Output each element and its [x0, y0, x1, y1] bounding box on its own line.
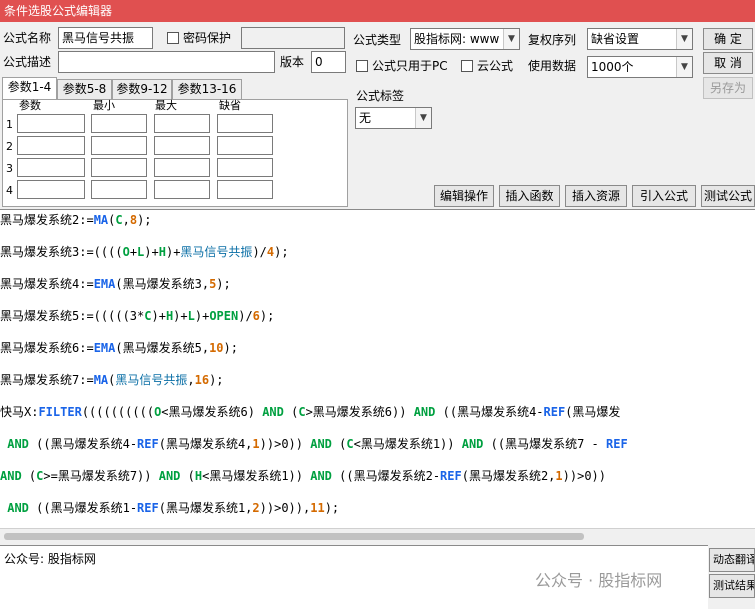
code-line[interactable]: 快马X:FILTER((((((((((O<黑马爆发系统6) AND (C>黑马… — [0, 403, 620, 421]
param-header-default: 缺省 — [219, 99, 241, 112]
code-line[interactable]: AND ((黑马爆发系统1-REF(黑马爆发系统1,2))>0)),11); — [0, 499, 339, 517]
chevron-down-icon: ▼ — [503, 29, 519, 49]
rights-label: 复权序列 — [528, 33, 577, 47]
ok-button[interactable]: 确 定 — [703, 28, 753, 50]
tab-params-9-12[interactable]: 参数9-12 — [112, 79, 172, 99]
param-min-input[interactable] — [91, 158, 147, 177]
code-line[interactable]: 黑马爆发系统7:=MA(黑马信号共振,16); — [0, 371, 224, 389]
param-row-number: 1 — [6, 118, 13, 131]
formula-name-input[interactable]: 黑马信号共振 — [58, 27, 153, 49]
chevron-down-icon: ▼ — [676, 29, 692, 49]
param-header-max: 最大 — [155, 99, 177, 112]
version-label: 版本 — [280, 55, 305, 69]
rights-value: 缺省设置 — [591, 32, 640, 46]
type-value: 股指标网: www — [414, 32, 500, 46]
tag-value: 无 — [359, 111, 372, 125]
version-input[interactable]: 0 — [311, 51, 346, 73]
rights-select[interactable]: 缺省设置 ▼ — [587, 28, 693, 50]
data-value: 1000个 — [591, 60, 634, 74]
param-max-input[interactable] — [154, 114, 210, 133]
param-min-input[interactable] — [91, 136, 147, 155]
formula-type-select[interactable]: 股指标网: www ▼ — [410, 28, 520, 50]
cancel-button[interactable]: 取 消 — [703, 52, 753, 74]
param-row-number: 3 — [6, 162, 13, 175]
param-name-input[interactable] — [17, 158, 85, 177]
window-title: 条件选股公式编辑器 — [0, 0, 755, 22]
password-label: 密码保护 — [183, 31, 232, 45]
password-input[interactable] — [241, 27, 345, 49]
status-text: 公众号: 股指标网 — [4, 552, 96, 566]
chevron-down-icon: ▼ — [676, 57, 692, 77]
param-default-input[interactable] — [217, 180, 273, 199]
tag-select[interactable]: 无 ▼ — [355, 107, 432, 129]
scrollbar-thumb[interactable] — [4, 533, 584, 540]
params-panel: 参数 最小 最大 缺省 1 2 3 4 — [2, 99, 348, 207]
type-label: 公式类型 — [353, 33, 402, 47]
param-max-input[interactable] — [154, 136, 210, 155]
param-header-min: 最小 — [93, 99, 115, 112]
code-line[interactable]: 黑马爆发系统2:=MA(C,8); — [0, 211, 152, 229]
description-input[interactable] — [58, 51, 275, 73]
checkbox-box — [356, 60, 368, 72]
param-name-input[interactable] — [17, 114, 85, 133]
tab-params-1-4[interactable]: 参数1-4 — [2, 77, 57, 100]
cloud-checkbox[interactable]: 云公式 — [461, 58, 513, 74]
param-header-name: 参数 — [19, 99, 41, 112]
tab-params-5-8[interactable]: 参数5-8 — [57, 79, 112, 99]
code-line[interactable]: 黑马爆发系统4:=EMA(黑马爆发系统3,5); — [0, 275, 231, 293]
desc-label: 公式描述 — [3, 55, 52, 69]
param-default-input[interactable] — [217, 114, 273, 133]
param-max-input[interactable] — [154, 180, 210, 199]
horizontal-scrollbar[interactable] — [0, 528, 755, 544]
only-pc-checkbox[interactable]: 公式只用于PC — [356, 58, 448, 74]
cloud-label: 云公式 — [477, 59, 514, 73]
code-line[interactable]: AND ((黑马爆发系统4-REF(黑马爆发系统4,1))>0)) AND (C… — [0, 435, 627, 453]
code-line[interactable]: AND (C>=黑马爆发系统7)) AND (H<黑马爆发系统1)) AND (… — [0, 467, 606, 485]
data-count-select[interactable]: 1000个 ▼ — [587, 56, 693, 78]
password-checkbox[interactable]: 密码保护 — [167, 30, 231, 46]
code-line[interactable]: 黑马爆发系统6:=EMA(黑马爆发系统5,10); — [0, 339, 238, 357]
edit-ops-button[interactable]: 编辑操作 — [434, 185, 494, 207]
name-label: 公式名称 — [3, 31, 52, 45]
import-formula-button[interactable]: 引入公式 — [632, 185, 696, 207]
param-name-input[interactable] — [17, 180, 85, 199]
data-label: 使用数据 — [528, 59, 577, 73]
param-default-input[interactable] — [217, 136, 273, 155]
code-editor[interactable]: 黑马爆发系统2:=MA(C,8); 黑马爆发系统3:=((((O+L)+H)+黑… — [0, 209, 755, 544]
param-name-input[interactable] — [17, 136, 85, 155]
param-row-number: 2 — [6, 140, 13, 153]
test-result-button[interactable]: 测试结果 — [709, 574, 755, 598]
param-max-input[interactable] — [154, 158, 210, 177]
tag-label: 公式标签 — [356, 89, 405, 103]
code-line[interactable]: 黑马爆发系统3:=((((O+L)+H)+黑马信号共振)/4); — [0, 243, 289, 261]
save-as-button[interactable]: 另存为 — [703, 77, 753, 99]
code-line[interactable]: 黑马爆发系统5:=(((((3*C)+H)+L)+OPEN)/6); — [0, 307, 274, 325]
param-row-number: 4 — [6, 184, 13, 197]
param-default-input[interactable] — [217, 158, 273, 177]
tab-params-13-16[interactable]: 参数13-16 — [172, 79, 242, 99]
watermark: 公众号 · 股指标网 — [535, 571, 663, 590]
param-min-input[interactable] — [91, 114, 147, 133]
only-pc-label: 公式只用于PC — [372, 59, 448, 73]
test-formula-button[interactable]: 测试公式 — [701, 185, 755, 207]
checkbox-box — [167, 32, 179, 44]
param-min-input[interactable] — [91, 180, 147, 199]
dynamic-translate-button[interactable]: 动态翻译 — [709, 548, 755, 572]
chevron-down-icon: ▼ — [415, 108, 431, 128]
checkbox-box — [461, 60, 473, 72]
insert-resource-button[interactable]: 插入资源 — [565, 185, 627, 207]
insert-function-button[interactable]: 插入函数 — [499, 185, 560, 207]
